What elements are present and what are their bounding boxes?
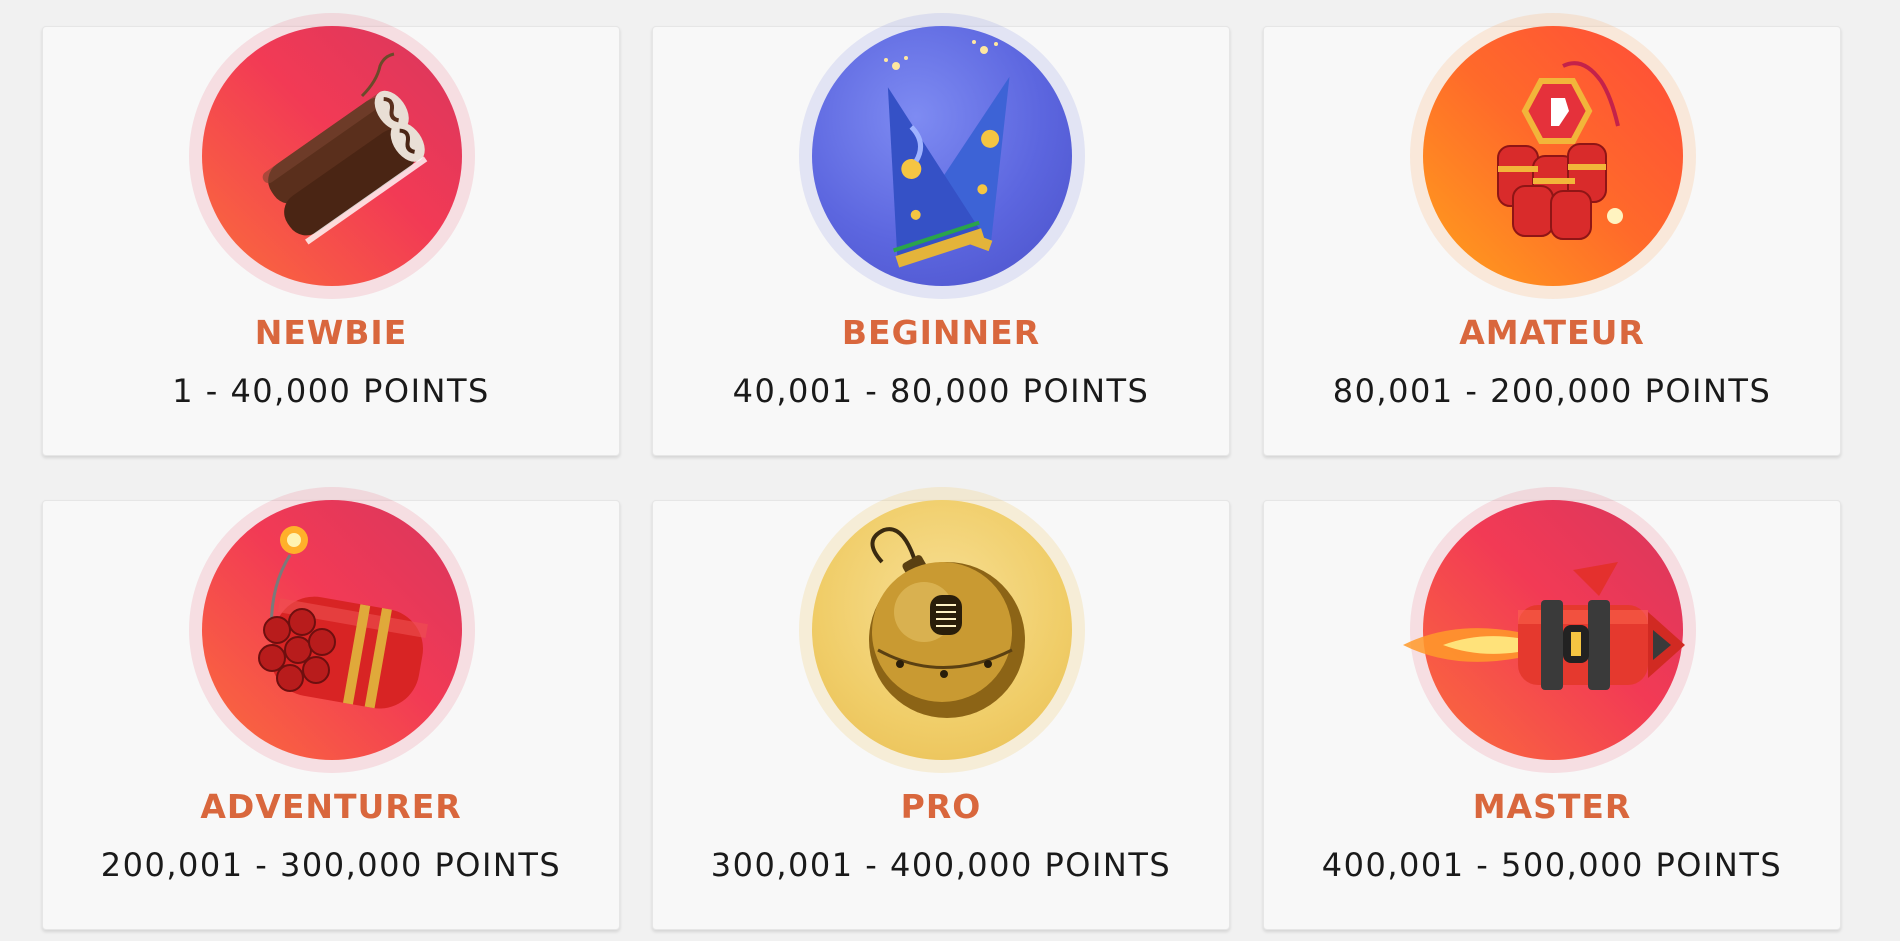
party-hats-sparkler-icon	[884, 40, 1010, 268]
rank-badge	[202, 26, 462, 286]
rank-title: BEGINNER	[841, 313, 1041, 352]
rank-points-range: 80,001 - 200,000 POINTS	[1332, 372, 1772, 410]
rank-badge	[812, 500, 1072, 760]
rank-badge	[812, 26, 1072, 286]
rank-title: AMATEUR	[1459, 313, 1645, 352]
rank-card-pro: PRO 300,001 - 400,000 POINTS	[652, 487, 1230, 930]
rank-card-beginner: BEGINNER 40,001 - 80,000 POINTS	[652, 13, 1230, 456]
rank-title: PRO	[900, 787, 982, 826]
rank-badge	[1423, 26, 1683, 286]
rank-points-range: 1 - 40,000 POINTS	[172, 372, 490, 410]
rank-card-amateur: AMATEUR 80,001 - 200,000 POINTS	[1263, 13, 1841, 456]
firecracker-bundle-icon	[1497, 61, 1623, 240]
rank-card-master: MASTER 400,001 - 500,000 POINTS	[1263, 487, 1841, 930]
rank-points-range: 40,001 - 80,000 POINTS	[732, 372, 1150, 410]
rank-points-range: 400,001 - 500,000 POINTS	[1321, 846, 1783, 884]
rank-title: ADVENTURER	[200, 787, 462, 826]
rank-title: NEWBIE	[254, 313, 408, 352]
rank-points-range: 200,001 - 300,000 POINTS	[100, 846, 562, 884]
rank-title: MASTER	[1472, 787, 1632, 826]
golden-bomb-icon	[869, 527, 1025, 718]
rank-card-newbie: NEWBIE 1 - 40,000 POINTS	[42, 13, 620, 456]
dynamite-bundle-icon	[258, 526, 428, 709]
rocket-icon	[1403, 562, 1685, 690]
chocolate-roll-firecracker-icon	[262, 52, 428, 245]
rank-points-range: 300,001 - 400,000 POINTS	[710, 846, 1172, 884]
rank-badge	[202, 500, 462, 760]
rank-badge	[1403, 500, 1685, 760]
rank-card-adventurer: ADVENTURER 200,001 - 300,000 POINTS	[42, 487, 620, 930]
